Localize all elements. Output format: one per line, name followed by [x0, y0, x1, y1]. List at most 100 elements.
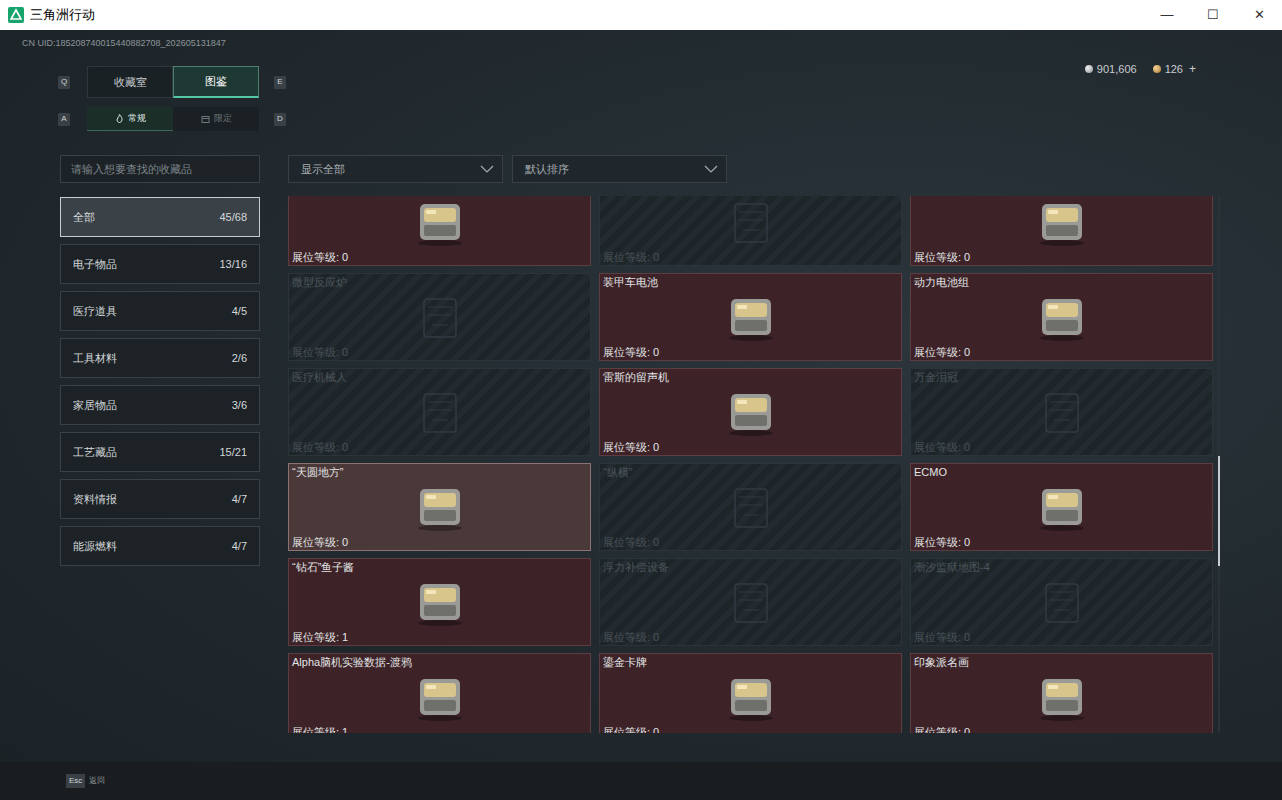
category-count: 2/6	[232, 350, 247, 367]
card-image	[292, 289, 587, 345]
window-control-button[interactable]: —	[1144, 0, 1190, 30]
collectible-item-icon	[719, 386, 783, 438]
card-name: 医疗机械人	[292, 370, 587, 384]
category-count: 13/16	[219, 256, 247, 273]
collectible-item-icon	[1030, 291, 1094, 343]
card-image	[914, 479, 1209, 535]
collection-panel: 显示全部默认排序展位等级: 0展位等级: 0展位等级: 0微型反应炉展位等级: …	[288, 155, 1220, 733]
category-item[interactable]: 医疗道具4/5	[60, 291, 260, 331]
category-label: 家居物品	[73, 397, 117, 414]
card-level: 展位等级: 1	[292, 725, 587, 733]
dropdown-label: 显示全部	[301, 161, 345, 178]
window-control-button[interactable]: ✕	[1236, 0, 1282, 30]
card-level: 展位等级: 0	[603, 250, 898, 264]
card-name: Alpha脑机实验数据-渡鸦	[292, 655, 587, 669]
card-image	[292, 196, 587, 250]
card-level: 展位等级: 1	[292, 630, 587, 644]
card-level: 展位等级: 0	[914, 630, 1209, 644]
tab[interactable]: 图鉴	[173, 66, 259, 98]
card-image	[603, 479, 898, 535]
category-item[interactable]: 家居物品3/6	[60, 385, 260, 425]
card-name: 微型反应炉	[292, 275, 587, 289]
card-image	[292, 384, 587, 440]
tab[interactable]: 收藏室	[87, 66, 173, 98]
card-image	[914, 669, 1209, 725]
category-item[interactable]: 资料情报4/7	[60, 479, 260, 519]
scrollbar-thumb[interactable]	[1218, 456, 1220, 566]
collection-card[interactable]: 鎏金卡牌展位等级: 0	[599, 653, 902, 733]
key-hint: E	[274, 76, 286, 89]
category-label: 工艺藏品	[73, 444, 117, 461]
window-controls: —☐✕	[1144, 0, 1282, 30]
card-name: 万金泪冠	[914, 370, 1209, 384]
collection-card[interactable]: 动力电池组展位等级: 0	[910, 273, 1213, 361]
category-item[interactable]: 工艺藏品 15/21	[60, 432, 260, 472]
collection-card[interactable]: ECMO展位等级: 0	[910, 463, 1213, 551]
collection-card[interactable]: 雷斯的留声机展位等级: 0	[599, 368, 902, 456]
key-hint: Q	[58, 76, 70, 89]
card-image	[603, 574, 898, 630]
collection-card[interactable]: 装甲车电池展位等级: 0	[599, 273, 902, 361]
card-name: 动力电池组	[914, 275, 1209, 289]
card-name: ECMO	[914, 465, 1209, 479]
filter-dropdown[interactable]: 默认排序	[512, 155, 727, 183]
sub-tab[interactable]: 常规	[87, 107, 173, 131]
card-image	[914, 289, 1209, 345]
category-label: 医疗道具	[73, 303, 117, 320]
card-name: 印象派名画	[914, 655, 1209, 669]
collection-card[interactable]: 展位等级: 0	[910, 196, 1213, 266]
card-level: 展位等级: 0	[914, 250, 1209, 264]
collection-card[interactable]: 万金泪冠展位等级: 0	[910, 368, 1213, 456]
sub-tabs: A常规限定D	[0, 107, 1282, 131]
header-row: Q收藏室图鉴E901,606126+	[0, 66, 1282, 98]
collection-card[interactable]: “纵横” 展位等级: 0	[599, 463, 902, 551]
collection-card[interactable]: “天圆地方”展位等级: 0	[288, 463, 591, 551]
card-image	[292, 479, 587, 535]
collectible-item-icon	[719, 196, 783, 248]
category-item[interactable]: 工具材料2/6	[60, 338, 260, 378]
category-item[interactable]: 电子物品13/16	[60, 244, 260, 284]
collection-card[interactable]: 印象派名画展位等级: 0	[910, 653, 1213, 733]
scrollbar-track[interactable]	[1218, 196, 1220, 733]
sub-tab[interactable]: 限定	[173, 107, 259, 131]
sub-tab-label: 常规	[128, 112, 146, 126]
collection-card[interactable]: 潮汐监狱地图-4展位等级: 0	[910, 558, 1213, 646]
card-level: 展位等级: 0	[914, 345, 1209, 359]
card-level: 展位等级: 0	[603, 535, 898, 549]
category-label: 资料情报	[73, 491, 117, 508]
grid-area: 展位等级: 0展位等级: 0展位等级: 0微型反应炉展位等级: 0装甲车电池展位…	[288, 196, 1220, 733]
category-item[interactable]: 全部45/68	[60, 197, 260, 237]
collectible-item-icon	[1030, 671, 1094, 723]
collection-card[interactable]: 医疗机械人展位等级: 0	[288, 368, 591, 456]
card-image	[292, 574, 587, 630]
collection-card[interactable]: 微型反应炉展位等级: 0	[288, 273, 591, 361]
currency-amount: 901,606	[1097, 61, 1137, 78]
card-level: 展位等级: 0	[603, 345, 898, 359]
card-name: “纵横”	[603, 465, 898, 479]
collectible-item-icon	[719, 291, 783, 343]
filter-dropdown[interactable]: 显示全部	[288, 155, 503, 183]
collection-card[interactable]: “钻石”鱼子酱展位等级: 1	[288, 558, 591, 646]
card-name: 雷斯的留声机	[603, 370, 898, 384]
category-item[interactable]: 能源燃料4/7	[60, 526, 260, 566]
back-button[interactable]: 返回	[89, 775, 105, 787]
search-input[interactable]	[60, 155, 260, 183]
add-currency-button[interactable]: +	[1189, 60, 1196, 78]
game-screen: CN UID:185208740015440882708_20260513184…	[0, 30, 1282, 800]
card-image	[292, 669, 587, 725]
card-image	[603, 669, 898, 725]
collection-card[interactable]: 浮力补偿设备展位等级: 0	[599, 558, 902, 646]
collection-card[interactable]: Alpha脑机实验数据-渡鸦展位等级: 1	[288, 653, 591, 733]
currency-amount: 126	[1165, 61, 1183, 78]
silver-coin-icon	[1085, 65, 1093, 73]
dropdown-label: 默认排序	[525, 161, 569, 178]
window-control-button[interactable]: ☐	[1190, 0, 1236, 30]
currency-item: 901,606	[1085, 61, 1137, 78]
main-tabs: Q 收藏室图鉴 E	[0, 66, 286, 98]
collection-card[interactable]: 展位等级: 0	[599, 196, 902, 266]
card-level: 展位等级: 0	[292, 250, 587, 264]
collection-card[interactable]: 展位等级: 0	[288, 196, 591, 266]
category-count: 15/21	[219, 444, 247, 461]
card-image	[914, 384, 1209, 440]
category-label: 全部	[73, 209, 95, 226]
